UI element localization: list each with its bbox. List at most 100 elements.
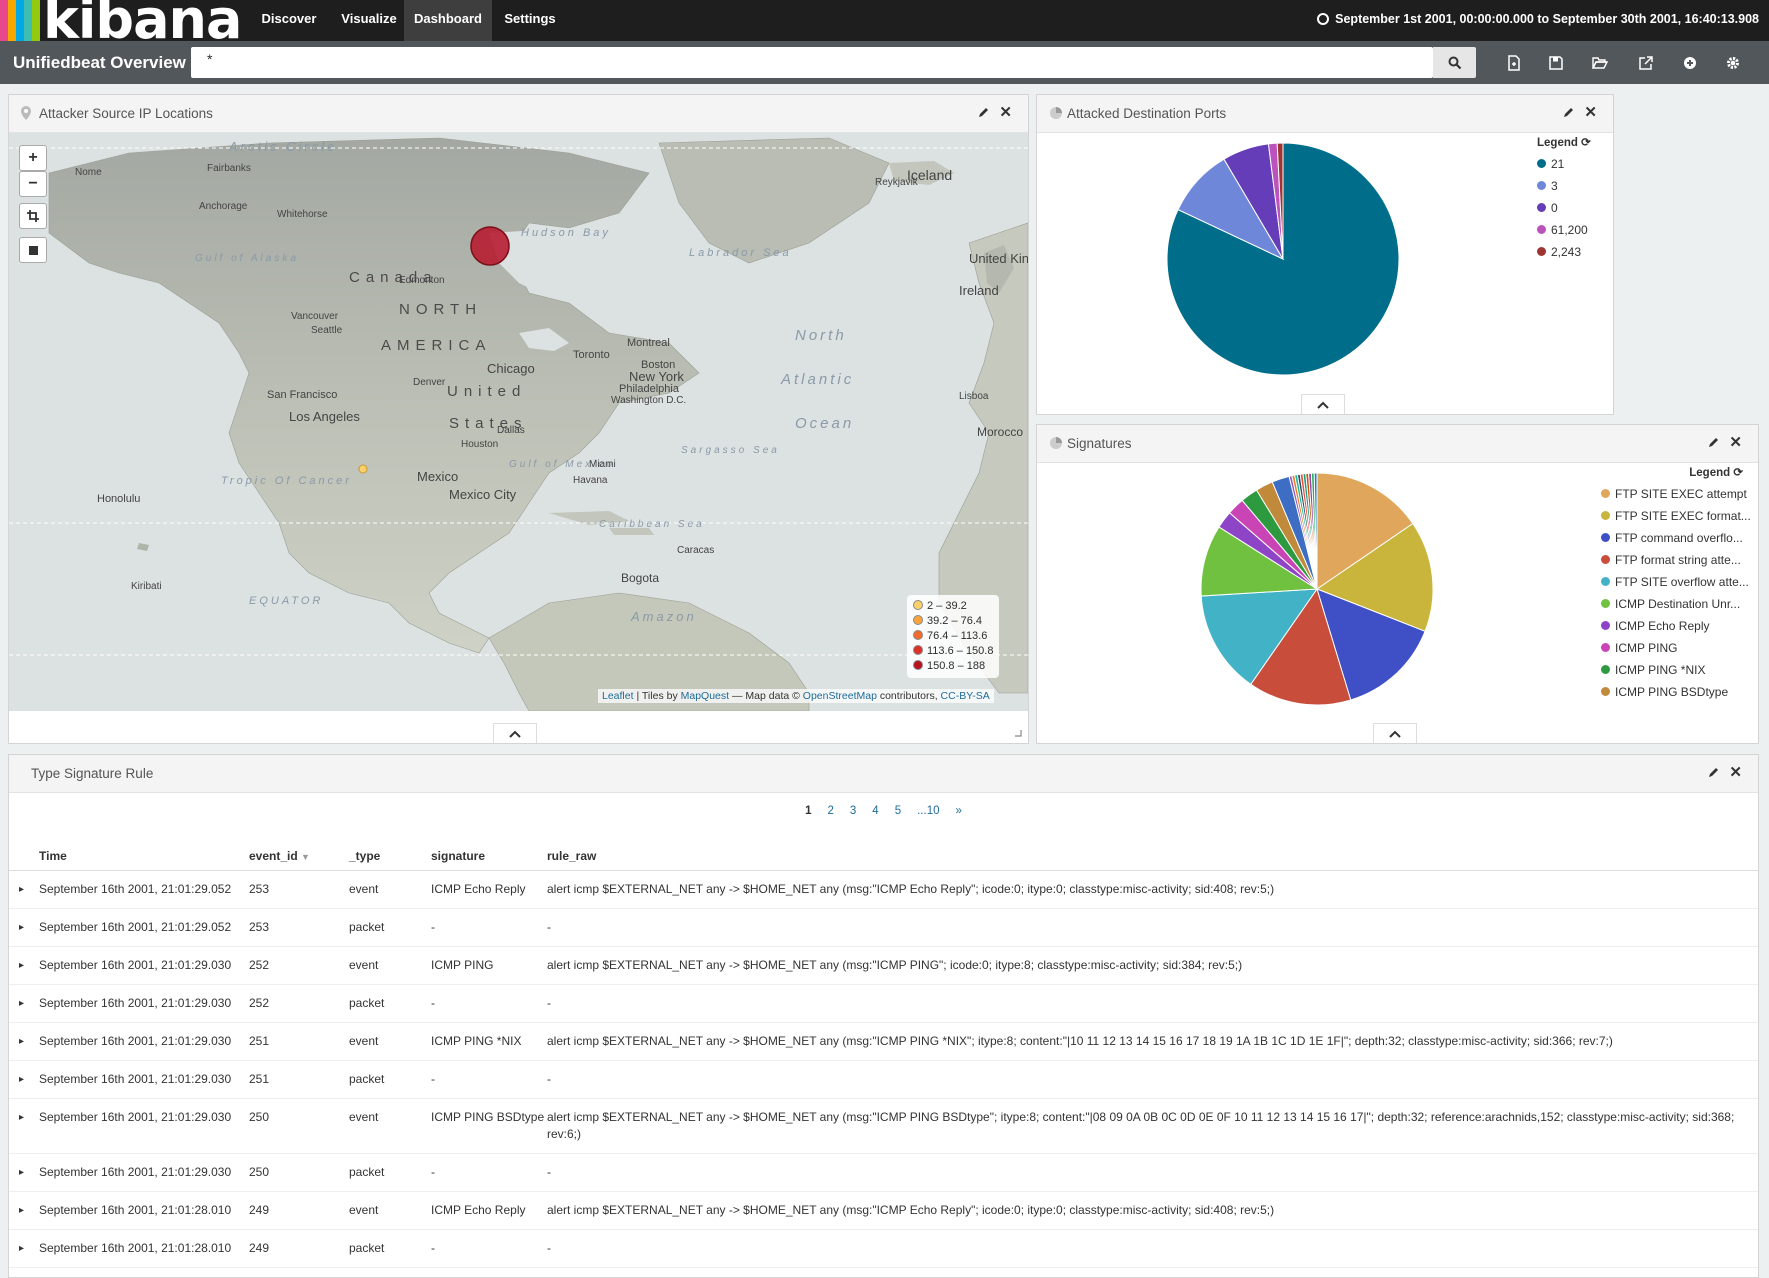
tab-visualize[interactable]: Visualize <box>330 0 408 41</box>
fit-bounds-button[interactable] <box>19 203 47 229</box>
legend-item[interactable]: FTP SITE EXEC attempt <box>1601 483 1757 505</box>
legend-item[interactable]: 21 <box>1537 153 1591 175</box>
page-link[interactable]: 3 <box>850 805 856 817</box>
table-row[interactable]: ▸ September 16th 2001, 21:01:29.030 251 eve… <box>9 1022 1758 1061</box>
close-icon[interactable]: ✕ <box>1729 763 1742 781</box>
page-link[interactable]: » <box>956 805 962 817</box>
table-row[interactable]: ▸ September 16th 2001, 21:01:29.030 250 pac… <box>9 1153 1758 1192</box>
legend-title[interactable]: Legend ⟳ <box>1537 135 1591 149</box>
dashboard-options-button[interactable] <box>1721 51 1745 75</box>
table-row[interactable]: ▸September 16th 2001, 21:01:27.989248eve… <box>9 1267 1758 1277</box>
legend-item[interactable]: FTP format string atte... <box>1601 549 1757 571</box>
new-dashboard-button[interactable] <box>1502 51 1526 75</box>
legend-item[interactable]: 61,200 <box>1537 219 1591 241</box>
resize-handle-icon[interactable] <box>1014 729 1022 737</box>
expand-row-icon[interactable]: ▸ <box>9 1022 39 1061</box>
expand-row-icon[interactable]: ▸ <box>9 1153 39 1192</box>
kibana-logo[interactable]: kibana <box>0 0 242 51</box>
zoom-out-button[interactable]: − <box>19 171 47 197</box>
tab-settings[interactable]: Settings <box>492 0 568 41</box>
collapse-toggle[interactable] <box>1373 723 1417 743</box>
legend-item[interactable]: FTP command overflo... <box>1601 527 1757 549</box>
open-dashboard-button[interactable] <box>1588 51 1612 75</box>
pencil-icon[interactable] <box>1708 766 1720 778</box>
page-link[interactable]: 1 <box>805 805 811 817</box>
table-row[interactable]: ▸ September 16th 2001, 21:01:29.030 252 eve… <box>9 946 1758 985</box>
signatures-panel: Signatures ✕ Legend ⟳ FTP SITE EXEC atte… <box>1036 424 1759 744</box>
legend-item[interactable]: ICMP Echo Reply <box>1601 615 1757 637</box>
pencil-icon[interactable] <box>1563 106 1575 118</box>
map-label: Havana <box>573 475 608 486</box>
map-canvas[interactable]: Arctic Circle Canada NORTH AMERICA Unite… <box>9 133 1028 711</box>
table-cell: event <box>349 870 431 909</box>
expand-row-icon[interactable]: ▸ <box>9 870 39 909</box>
time-range-picker[interactable]: September 1st 2001, 00:00:00.000 to Sept… <box>1317 0 1759 38</box>
legend-item[interactable]: INFO TELNET access <box>1601 703 1757 707</box>
expand-row-icon[interactable]: ▸ <box>9 946 39 985</box>
draw-rectangle-button[interactable] <box>19 237 47 263</box>
map-label: Amazon <box>631 609 697 624</box>
expand-row-icon[interactable]: ▸ <box>9 1098 39 1154</box>
signatures-pie-chart[interactable] <box>1197 469 1437 709</box>
table-cell: September 16th 2001, 21:01:27.989 <box>39 1267 249 1277</box>
collapse-toggle[interactable] <box>493 723 537 743</box>
mapquest-link[interactable]: MapQuest <box>681 690 729 702</box>
table-row[interactable]: ▸ September 16th 2001, 21:01:29.030 250 eve… <box>9 1098 1758 1154</box>
license-link[interactable]: CC-BY-SA <box>941 690 990 702</box>
search-input[interactable]: * <box>191 47 1433 78</box>
close-icon[interactable]: ✕ <box>999 103 1012 121</box>
folder-open-icon <box>1592 57 1608 69</box>
expand-row-icon[interactable]: ▸ <box>9 984 39 1023</box>
expand-row-icon[interactable]: ▸ <box>9 1060 39 1099</box>
legend-item[interactable]: ICMP Destination Unr... <box>1601 593 1757 615</box>
osm-link[interactable]: OpenStreetMap <box>803 690 877 702</box>
tab-dashboard[interactable]: Dashboard <box>404 0 492 41</box>
legend-title[interactable]: Legend ⟳ <box>1601 465 1757 479</box>
add-visualization-button[interactable] <box>1678 51 1702 75</box>
column-header-time[interactable]: Time <box>39 842 249 871</box>
save-dashboard-button[interactable] <box>1544 51 1568 75</box>
tab-discover[interactable]: Discover <box>250 0 328 41</box>
legend-item[interactable]: ICMP PING BSDtype <box>1601 681 1757 703</box>
page-link[interactable]: ...10 <box>917 805 939 817</box>
table-row[interactable]: ▸ September 16th 2001, 21:01:29.030 251 pac… <box>9 1060 1758 1099</box>
expand-row-icon[interactable]: ▸ <box>9 1267 39 1277</box>
column-header-event-id[interactable]: event_id ▼ <box>249 842 349 871</box>
table-row[interactable]: ▸ September 16th 2001, 21:01:28.010 249 pac… <box>9 1229 1758 1268</box>
legend-item[interactable]: 0 <box>1537 197 1591 219</box>
collapse-toggle[interactable] <box>1301 394 1345 414</box>
close-icon[interactable]: ✕ <box>1729 433 1742 451</box>
page-link[interactable]: 5 <box>895 805 901 817</box>
leaflet-link[interactable]: Leaflet <box>602 690 634 702</box>
column-header-rule-raw[interactable]: rule_raw <box>547 842 1758 871</box>
table-row[interactable]: ▸ September 16th 2001, 21:01:29.052 253 eve… <box>9 870 1758 909</box>
pencil-icon[interactable] <box>1708 436 1720 448</box>
table-cell: 251 <box>249 1022 349 1061</box>
table-row[interactable]: ▸ September 16th 2001, 21:01:29.052 253 pac… <box>9 908 1758 947</box>
ports-panel-header: Attacked Destination Ports ✕ <box>1037 95 1613 133</box>
legend-item[interactable]: ICMP PING *NIX <box>1601 659 1757 681</box>
legend-item[interactable]: 3 <box>1537 175 1591 197</box>
share-dashboard-button[interactable] <box>1634 51 1658 75</box>
pencil-icon[interactable] <box>978 106 990 118</box>
zoom-in-button[interactable]: + <box>19 145 47 171</box>
legend-item[interactable]: FTP SITE EXEC format... <box>1601 505 1757 527</box>
column-header-type[interactable]: _type <box>349 842 431 871</box>
legend-item[interactable]: ICMP PING <box>1601 637 1757 659</box>
page-link[interactable]: 4 <box>872 805 878 817</box>
table-row[interactable]: ▸ September 16th 2001, 21:01:29.030 252 pac… <box>9 984 1758 1023</box>
table-cell: September 16th 2001, 21:01:29.030 <box>39 1098 249 1154</box>
legend-item[interactable]: FTP SITE overflow atte... <box>1601 571 1757 593</box>
expand-row-icon[interactable]: ▸ <box>9 1191 39 1230</box>
expand-row-icon[interactable]: ▸ <box>9 908 39 947</box>
column-header-signature[interactable]: signature <box>431 842 547 871</box>
search-button[interactable] <box>1433 47 1476 78</box>
table-cell: 252 <box>249 946 349 985</box>
table-row[interactable]: ▸ September 16th 2001, 21:01:28.010 249 eve… <box>9 1191 1758 1230</box>
close-icon[interactable]: ✕ <box>1584 103 1597 121</box>
legend-item[interactable]: 2,243 <box>1537 241 1591 263</box>
table-cell: September 16th 2001, 21:01:28.010 <box>39 1229 249 1268</box>
expand-row-icon[interactable]: ▸ <box>9 1229 39 1268</box>
page-link[interactable]: 2 <box>827 805 833 817</box>
ports-pie-chart[interactable] <box>1163 139 1403 379</box>
